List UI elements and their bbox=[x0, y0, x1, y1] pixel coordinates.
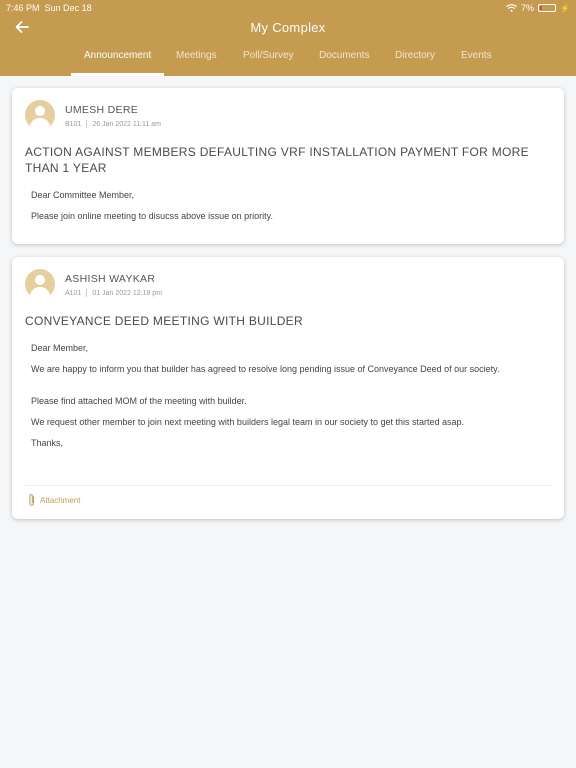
status-right: 7% ⚡ bbox=[506, 3, 570, 13]
announcement-card[interactable]: UMESH DERE B101 26 Jan 2022 11:11 am ACTI… bbox=[12, 88, 564, 244]
active-tab-indicator bbox=[71, 73, 164, 76]
tab-poll-survey[interactable]: Poll/Survey bbox=[243, 50, 294, 76]
avatar bbox=[25, 100, 55, 130]
paperclip-icon bbox=[29, 494, 34, 506]
status-bar: 7:46 PM Sun Dec 18 7% ⚡ bbox=[6, 3, 570, 15]
tab-meetings[interactable]: Meetings bbox=[176, 50, 217, 76]
charging-icon: ⚡ bbox=[560, 3, 570, 13]
card-divider bbox=[24, 485, 552, 486]
tab-documents[interactable]: Documents bbox=[319, 50, 370, 76]
status-time: 7:46 PM Sun Dec 18 bbox=[6, 3, 92, 13]
tab-directory[interactable]: Directory bbox=[395, 50, 435, 76]
announcement-card[interactable]: ASHISH WAYKAR A101 01 Jan 2022 12:18 pm C… bbox=[12, 257, 564, 519]
page-title: My Complex bbox=[250, 20, 326, 35]
announcement-title: ACTION AGAINST MEMBERS DEFAULTING VRF IN… bbox=[25, 145, 529, 175]
announcement-body-line: We request other member to join next mee… bbox=[31, 417, 465, 427]
unit-number: A101 bbox=[65, 289, 82, 297]
status-date: Sun Dec 18 bbox=[44, 3, 92, 13]
post-datetime: 26 Jan 2022 11:11 am bbox=[92, 120, 161, 128]
author-name: UMESH DERE bbox=[65, 104, 139, 116]
author-name: ASHISH WAYKAR bbox=[65, 273, 156, 285]
tab-events[interactable]: Events bbox=[461, 50, 492, 76]
announcement-body-line: Please join online meeting to disucss ab… bbox=[31, 211, 273, 221]
app-header: 7:46 PM Sun Dec 18 7% ⚡ My Complex Annou… bbox=[0, 0, 576, 76]
announcement-body-line: Dear Committee Member, bbox=[31, 190, 135, 200]
post-meta: B101 26 Jan 2022 11:11 am bbox=[65, 120, 161, 128]
attachment-label: Attachment bbox=[40, 495, 81, 505]
post-meta: A101 01 Jan 2022 12:18 pm bbox=[65, 289, 162, 297]
avatar bbox=[25, 269, 55, 299]
attachment-link[interactable]: Attachment bbox=[28, 493, 80, 507]
announcement-body-line: Thanks, bbox=[31, 438, 64, 448]
announcement-body-line: We are happy to inform you that builder … bbox=[31, 364, 500, 374]
battery-icon bbox=[538, 4, 557, 12]
status-clock: 7:46 PM bbox=[6, 3, 40, 13]
announcement-title: CONVEYANCE DEED MEETING WITH BUILDER bbox=[25, 314, 303, 328]
post-datetime: 01 Jan 2022 12:18 pm bbox=[92, 289, 163, 297]
wifi-icon bbox=[506, 4, 517, 12]
unit-number: B101 bbox=[65, 120, 82, 128]
battery-percent: 7% bbox=[521, 3, 535, 13]
announcement-body-line: Dear Member, bbox=[31, 343, 89, 353]
announcement-body-line: Please find attached MOM of the meeting … bbox=[31, 396, 247, 406]
